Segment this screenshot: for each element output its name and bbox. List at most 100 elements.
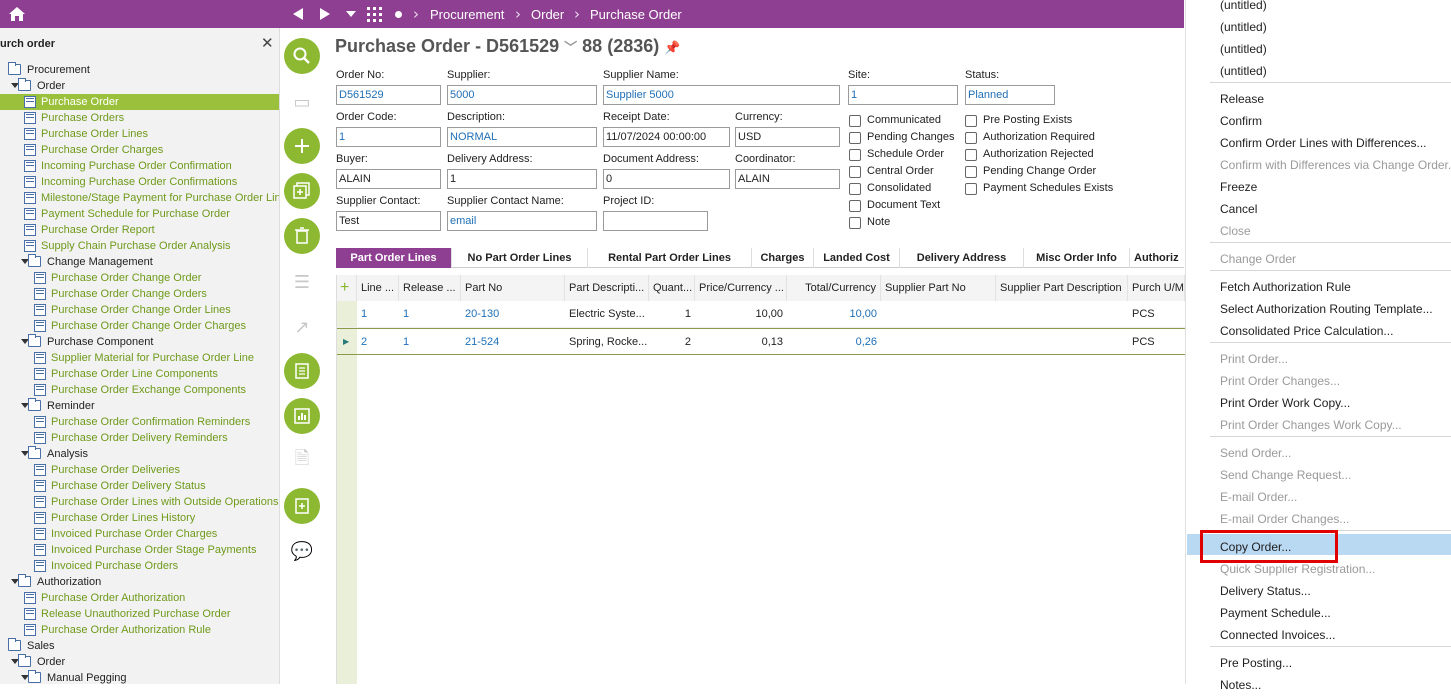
- checkbox-box[interactable]: [849, 132, 861, 144]
- tree-item[interactable]: Incoming Purchase Order Confirmation: [0, 158, 279, 174]
- supplier-contact-name-field[interactable]: email: [447, 211, 597, 231]
- tree-item[interactable]: Supply Chain Purchase Order Analysis: [0, 238, 279, 254]
- checkbox-box[interactable]: [849, 149, 861, 161]
- checkbox-box[interactable]: [849, 200, 861, 212]
- delete-icon[interactable]: [284, 218, 320, 254]
- tree-item[interactable]: Release Unauthorized Purchase Order: [0, 606, 279, 622]
- description-field[interactable]: NORMAL: [447, 127, 597, 147]
- cell-release[interactable]: 1: [399, 301, 461, 328]
- tree-item[interactable]: Purchase Order Change Order Charges: [0, 318, 279, 334]
- menu-item-untitled[interactable]: (untitled): [1220, 60, 1267, 82]
- checkbox-box[interactable]: [965, 132, 977, 144]
- duplicate-icon[interactable]: [284, 173, 320, 209]
- column-header-line[interactable]: Line ...: [357, 275, 399, 301]
- checkbox-box[interactable]: [849, 166, 861, 178]
- buyer-field[interactable]: ALAIN: [336, 169, 441, 189]
- tab-rental-part-order-lines[interactable]: Rental Part Order Lines: [588, 248, 752, 268]
- menu-item-print-order-work-copy[interactable]: Print Order Work Copy...: [1220, 392, 1350, 414]
- cell-part-no[interactable]: 20-130: [461, 301, 565, 328]
- menu-item-delivery-status[interactable]: Delivery Status...: [1220, 580, 1311, 602]
- menu-item-pre-posting[interactable]: Pre Posting...: [1220, 652, 1292, 674]
- table-row[interactable]: 1 1 20-130 Electric Syste... 1 10,00 10,00 PCS: [337, 301, 1185, 328]
- tree-item[interactable]: Purchase Order Exchange Components: [0, 382, 279, 398]
- home-icon[interactable]: [6, 0, 28, 28]
- menu-item-untitled[interactable]: (untitled): [1220, 38, 1267, 60]
- menu-item-freeze[interactable]: Freeze: [1220, 176, 1257, 198]
- dropdown-icon[interactable]: [344, 0, 358, 28]
- tree-folder[interactable]: Sales: [0, 638, 279, 654]
- tree-folder[interactable]: Authorization: [0, 574, 279, 590]
- coordinator-field[interactable]: ALAIN: [735, 169, 840, 189]
- checkbox-box[interactable]: [965, 149, 977, 161]
- menu-item-connected-invoices[interactable]: Connected Invoices...: [1220, 624, 1335, 646]
- tree-item[interactable]: Purchase Order: [0, 94, 279, 110]
- tree-folder[interactable]: Order: [0, 78, 279, 94]
- tree-folder[interactable]: Change Management: [0, 254, 279, 270]
- tab-delivery-address[interactable]: Delivery Address: [900, 248, 1024, 268]
- column-header-total-currency[interactable]: Total/Currency: [787, 275, 881, 301]
- column-header-supplier-part-description[interactable]: Supplier Part Description: [996, 275, 1128, 301]
- column-header-price-currency[interactable]: Price/Currency ...: [695, 275, 787, 301]
- add-row-icon[interactable]: +: [337, 275, 357, 301]
- menu-item-untitled[interactable]: (untitled): [1220, 16, 1267, 38]
- tree-folder[interactable]: Analysis: [0, 446, 279, 462]
- column-header-purch-um[interactable]: Purch U/M: [1128, 275, 1185, 301]
- cell-part-no[interactable]: 21-524: [461, 329, 565, 356]
- checkbox-box[interactable]: [965, 166, 977, 178]
- document-address-field[interactable]: 0: [603, 169, 730, 189]
- tree-folder[interactable]: Manual Pegging: [0, 670, 279, 684]
- column-header-part-no[interactable]: Part No: [461, 275, 565, 301]
- cell-line[interactable]: 1: [357, 301, 399, 328]
- currency-field[interactable]: USD: [735, 127, 840, 147]
- tree-item[interactable]: Invoiced Purchase Orders: [0, 558, 279, 574]
- supplier-contact-field[interactable]: Test: [336, 211, 441, 231]
- delivery-address-field[interactable]: 1: [447, 169, 597, 189]
- checkbox-box[interactable]: [849, 217, 861, 229]
- menu-item-select-authorization-routing-template[interactable]: Select Authorization Routing Template...: [1220, 298, 1433, 320]
- status-field[interactable]: Planned: [965, 85, 1055, 105]
- tree-item[interactable]: Milestone/Stage Payment for Purchase Ord…: [0, 190, 279, 206]
- apps-icon[interactable]: [365, 0, 383, 28]
- tree-item[interactable]: Purchase Order Report: [0, 222, 279, 238]
- tree-item[interactable]: Purchase Order Change Order Lines: [0, 302, 279, 318]
- tree-item[interactable]: Purchase Order Deliveries: [0, 462, 279, 478]
- tree-item[interactable]: Purchase Order Change Order: [0, 270, 279, 286]
- details-icon[interactable]: [284, 353, 320, 389]
- tree-item[interactable]: Purchase Orders: [0, 110, 279, 126]
- tree-item[interactable]: Purchase Order Authorization: [0, 590, 279, 606]
- checkbox-box[interactable]: [849, 115, 861, 127]
- tree-item[interactable]: Payment Schedule for Purchase Order: [0, 206, 279, 222]
- chart-icon[interactable]: [284, 398, 320, 434]
- tab-authorization[interactable]: Authoriz: [1130, 248, 1184, 268]
- chevron-down-icon[interactable]: ﹀: [564, 40, 577, 55]
- menu-item-release[interactable]: Release: [1220, 88, 1264, 110]
- tree-folder[interactable]: Purchase Component: [0, 334, 279, 350]
- column-header-quantity[interactable]: Quant...: [649, 275, 695, 301]
- breadcrumb-procurement[interactable]: Procurement: [430, 7, 504, 22]
- tab-charges[interactable]: Charges: [752, 248, 814, 268]
- pin-icon[interactable]: 📌: [664, 40, 680, 55]
- tree-item[interactable]: Purchase Order Delivery Status: [0, 478, 279, 494]
- receipt-date-field[interactable]: 11/07/2024 00:00:00: [603, 127, 730, 147]
- breadcrumb-order[interactable]: Order: [531, 7, 564, 22]
- project-id-field[interactable]: [603, 211, 708, 231]
- menu-item-cancel[interactable]: Cancel: [1220, 198, 1257, 220]
- tree-item[interactable]: Incoming Purchase Order Confirmations: [0, 174, 279, 190]
- menu-item-payment-schedule[interactable]: Payment Schedule...: [1220, 602, 1331, 624]
- tree-item[interactable]: Purchase Order Lines History: [0, 510, 279, 526]
- menu-item-fetch-authorization-rule[interactable]: Fetch Authorization Rule: [1220, 276, 1351, 298]
- search-icon[interactable]: [284, 38, 320, 74]
- supplier-field[interactable]: 5000: [447, 85, 597, 105]
- order-code-field[interactable]: 1: [336, 127, 441, 147]
- tree-item[interactable]: Purchase Order Charges: [0, 142, 279, 158]
- menu-item-confirm-order-lines-with-differences[interactable]: Confirm Order Lines with Differences...: [1220, 132, 1427, 154]
- breadcrumb-purchase-order[interactable]: Purchase Order: [590, 7, 682, 22]
- checkbox-box[interactable]: [849, 183, 861, 195]
- back-icon[interactable]: [289, 0, 307, 28]
- tree-item[interactable]: Purchase Order Lines with Outside Operat…: [0, 494, 279, 510]
- order-no-field[interactable]: D561529: [336, 85, 441, 105]
- tree-item[interactable]: Purchase Order Line Components: [0, 366, 279, 382]
- checkbox-box[interactable]: [965, 115, 977, 127]
- cell-total[interactable]: 0,26: [787, 329, 881, 356]
- tree-item[interactable]: Invoiced Purchase Order Stage Payments: [0, 542, 279, 558]
